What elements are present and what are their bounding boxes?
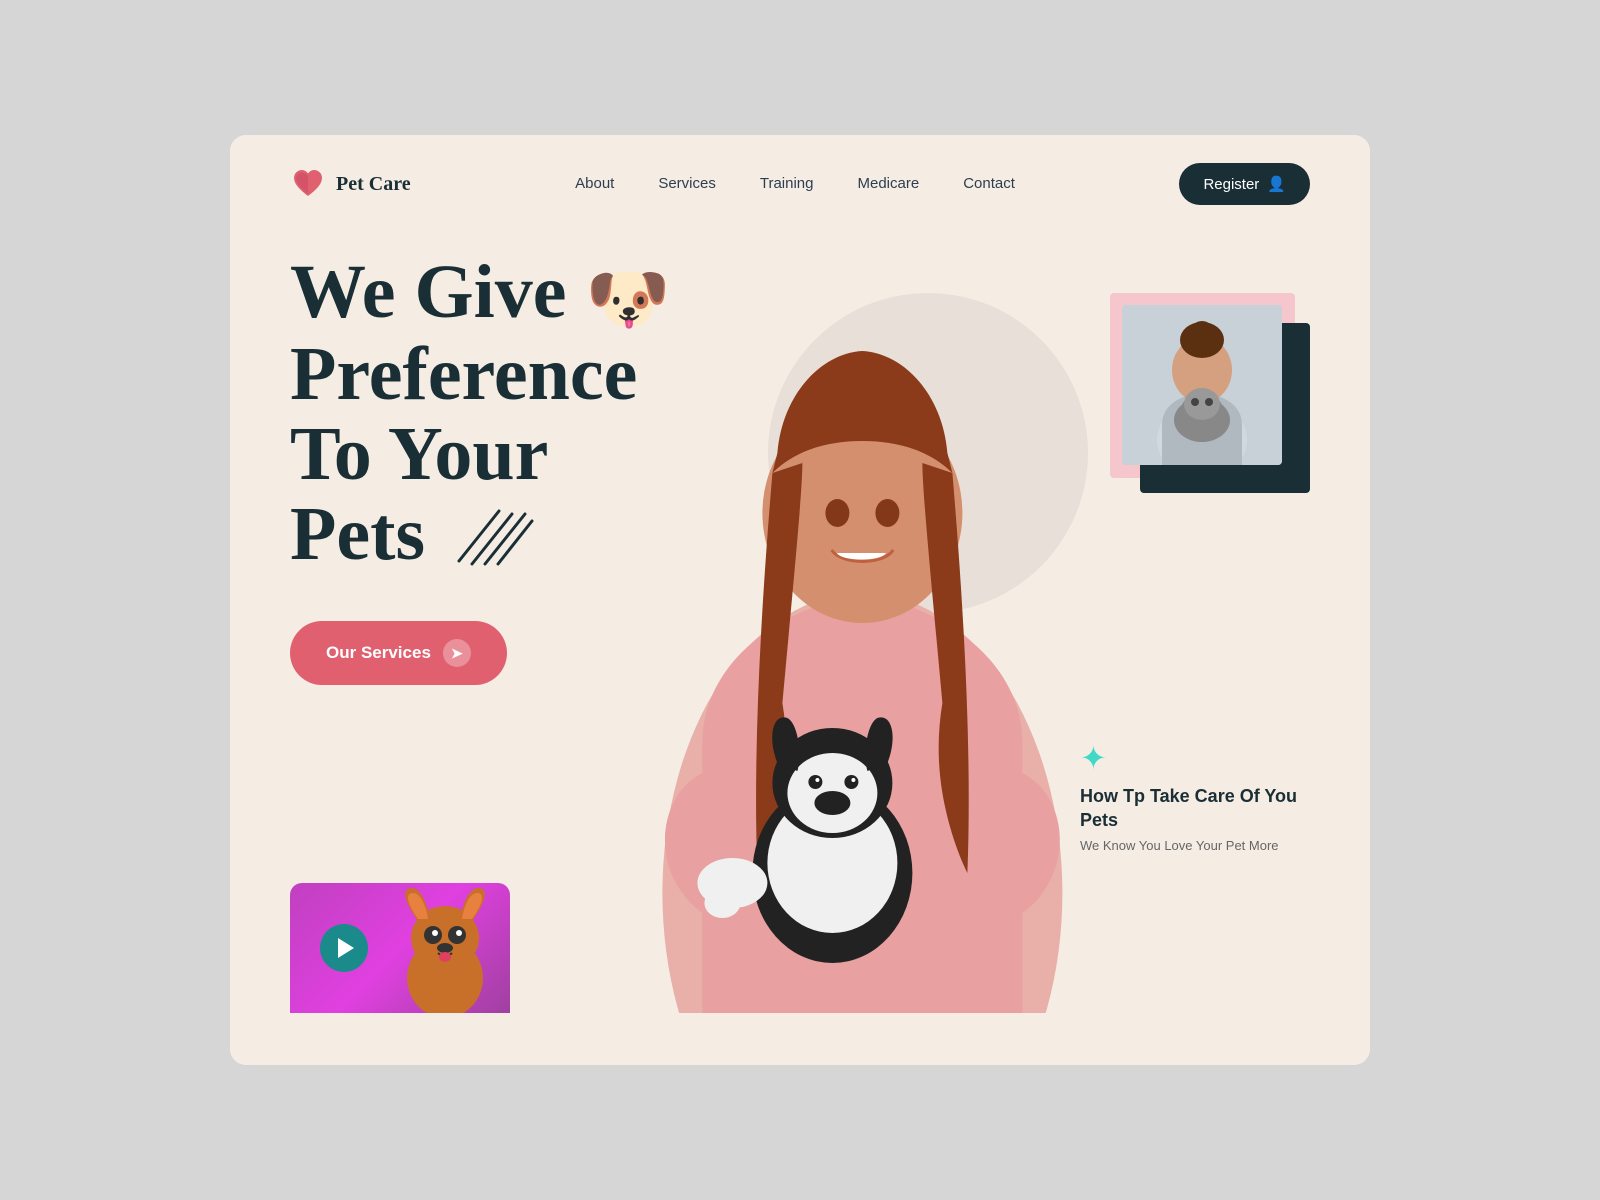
play-button[interactable] (320, 924, 368, 972)
logo-text: Pet Care (336, 173, 411, 196)
info-card-title: How Tp Take Care Of You Pets (1080, 785, 1310, 832)
navbar: Pet Care About Services Training Medicar… (230, 135, 1370, 233)
hero-text-block: We Give 🐶 Preference To Your Pets Our Se… (290, 253, 770, 685)
photo-card-inner (1110, 293, 1310, 493)
photo-content (1122, 305, 1282, 465)
nav-item-about[interactable]: About (575, 175, 614, 193)
nav-item-training[interactable]: Training (760, 175, 814, 193)
info-card: ✦ How Tp Take Care Of You Pets We Know Y… (1080, 739, 1310, 853)
photo-card (1110, 293, 1310, 493)
info-card-subtitle: We Know You Love Your Pet More (1080, 838, 1310, 853)
play-triangle-icon (338, 938, 354, 958)
dog-emoji: 🐶 (586, 264, 671, 335)
browser-window: Pet Care About Services Training Medicar… (230, 135, 1370, 1065)
scratch-decoration (454, 502, 534, 582)
register-button[interactable]: Register 👤 (1179, 163, 1310, 205)
nav-links: About Services Training Medicare Contact (575, 175, 1015, 193)
nav-item-medicare[interactable]: Medicare (858, 175, 920, 193)
sparkle-icon: ✦ (1080, 739, 1310, 777)
heart-logo-icon (290, 166, 326, 202)
chihuahua-svg (390, 883, 500, 1013)
hero-heading: We Give 🐶 Preference To Your Pets (290, 253, 770, 581)
nav-item-services[interactable]: Services (658, 175, 716, 193)
logo[interactable]: Pet Care (290, 166, 411, 202)
user-icon: 👤 (1267, 175, 1286, 193)
our-services-button[interactable]: Our Services ➤ (290, 621, 507, 685)
arrow-icon: ➤ (443, 639, 471, 667)
video-card[interactable] (290, 883, 510, 1013)
hero-section: We Give 🐶 Preference To Your Pets Our Se… (230, 233, 1370, 1013)
nav-item-contact[interactable]: Contact (963, 175, 1015, 193)
